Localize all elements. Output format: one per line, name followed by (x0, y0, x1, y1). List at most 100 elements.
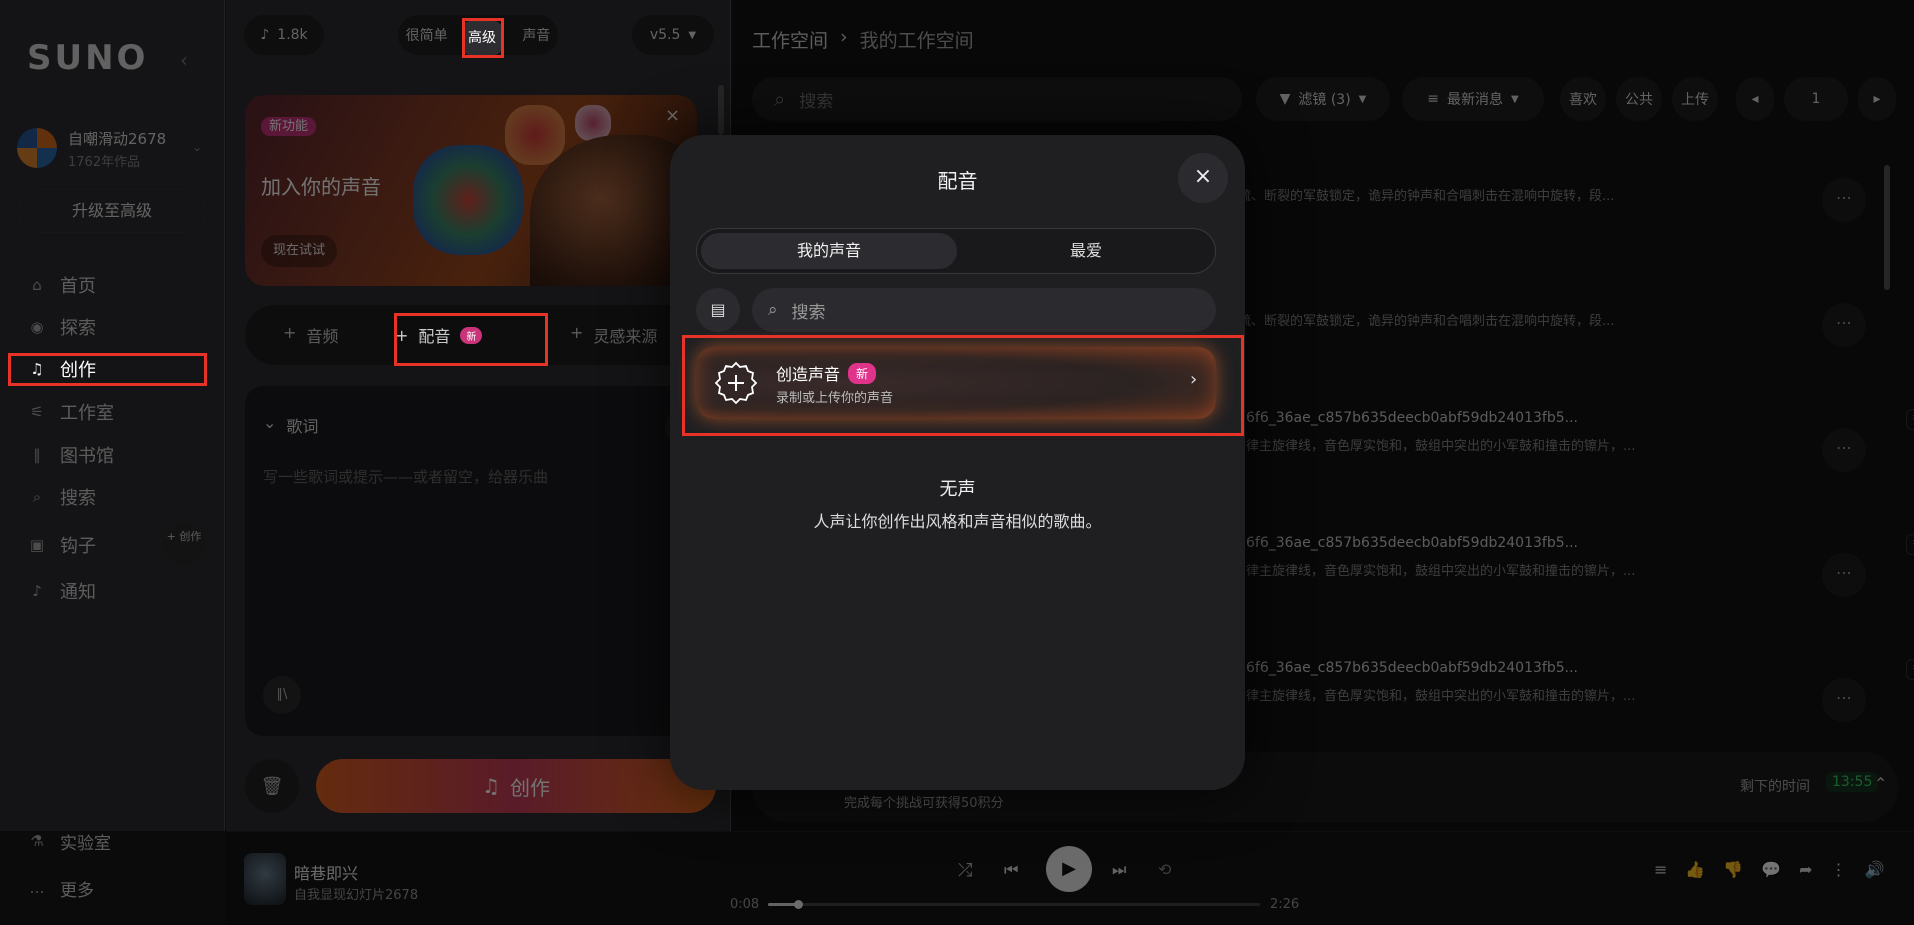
hook-icon: ▣ (29, 536, 45, 554)
user-name[interactable]: 自嘲滑动2678 (68, 128, 166, 149)
try-now-button[interactable]: 现在试试 (261, 235, 337, 267)
more-options-button[interactable]: ⋯ (1822, 428, 1866, 472)
next-icon[interactable]: ⏭ (1112, 860, 1126, 880)
library-icon[interactable]: ∥\ (263, 676, 301, 714)
more-options-button[interactable]: ⋯ (1822, 303, 1866, 347)
sidebar-item-search[interactable]: ⌕ 搜索 (28, 482, 96, 512)
more-options-button[interactable]: ⋯ (1822, 553, 1866, 597)
remaining-timer: 13:55 (1826, 772, 1879, 792)
sidebar-item-notifications[interactable]: ♪ 通知 (28, 576, 96, 606)
tab-my-voices[interactable]: 我的声音 (701, 233, 957, 269)
more-options-button[interactable]: ⋯ (1822, 678, 1866, 722)
likes-filter-button[interactable]: 喜欢 (1560, 77, 1606, 121)
sort-label: 最新消息 (1447, 92, 1504, 108)
banner-title: 加入你的声音 (261, 175, 381, 199)
mode-voice[interactable]: 声音 (522, 25, 550, 45)
empty-state-subtitle: 人声让你创作出风格和声音相似的歌曲。 (813, 512, 1102, 531)
voice-search-input[interactable]: ⌕ 搜索 (752, 288, 1216, 332)
highlight-advanced (462, 18, 504, 58)
volume-icon[interactable]: 🔊 (1865, 860, 1885, 879)
upload-tag: ⤒ 上传 (1906, 409, 1914, 430)
voice-tabs: 我的声音 最爱 (696, 228, 1216, 274)
shuffle-icon[interactable]: ⤮ (958, 860, 972, 881)
dialog-title: 配音 (937, 169, 978, 193)
song-title[interactable]: 6f6_36ae_c857b635deecb0abf59db24013fb5..… (1246, 535, 1578, 551)
trash-button[interactable]: 🗑 (245, 759, 299, 813)
close-dialog-button[interactable]: × (1178, 153, 1228, 203)
prev-page-button[interactable]: ◂ (1736, 77, 1774, 121)
credits-value: 1.8k (277, 27, 308, 43)
workspace-search[interactable]: ⌕ 搜索 (752, 77, 1242, 121)
player-bar: 暗巷即兴 自我显现幻灯片2678 ⤮ ⏮ ▶ ⏭ ⟲ 0:08 2:26 ≡ 👍… (226, 831, 1914, 925)
sidebar-item-explore[interactable]: ◉ 探索 (28, 312, 96, 342)
promo-banner[interactable]: 新功能 加入你的声音 现在试试 × (245, 95, 697, 286)
tab-inspiration[interactable]: + 灵感来源 (570, 323, 657, 347)
sidebar-item-more[interactable]: … 更多 (28, 873, 95, 903)
close-icon[interactable]: × (665, 105, 680, 126)
thumbs-down-icon[interactable]: 👎 (1723, 860, 1743, 879)
filter-icon: ▼ (1279, 91, 1291, 107)
track-title[interactable]: 暗巷即兴 (294, 860, 358, 884)
comment-icon[interactable]: 💬 (1761, 860, 1781, 879)
plus-icon: + (570, 323, 584, 342)
version-select[interactable]: v5.5 ▼ (632, 15, 714, 55)
user-work-count: 1762年作品 (68, 155, 141, 170)
mode-simple[interactable]: 很简单 (406, 25, 448, 45)
share-icon[interactable]: ➦ (1799, 860, 1812, 879)
caret-right-icon: ▸ (1873, 91, 1881, 107)
breadcrumb-root[interactable]: 工作空间 (752, 26, 828, 53)
banner-art (413, 145, 523, 255)
tab-favorites[interactable]: 最爱 (959, 233, 1213, 269)
breadcrumb: 工作空间 › 我的工作空间 (752, 26, 974, 53)
hook-create-button[interactable]: + 创作 (163, 523, 205, 565)
play-button[interactable]: ▶ (1046, 846, 1092, 892)
next-page-button[interactable]: ▸ (1858, 77, 1896, 121)
previous-icon[interactable]: ⏮ (1004, 860, 1018, 880)
credits-badge[interactable]: ♪ 1.8k (244, 15, 324, 55)
progress-track[interactable] (768, 900, 1260, 909)
tab-audio[interactable]: + 音频 (283, 323, 338, 347)
more-options-button[interactable]: ⋯ (1822, 178, 1866, 222)
track-artist[interactable]: 自我显现幻灯片2678 (294, 884, 418, 903)
sidebar-item-library[interactable]: ∥ 图书馆 (28, 440, 114, 470)
chevron-up-icon[interactable]: ⌃ (1874, 774, 1887, 793)
repeat-icon[interactable]: ⟲ (1158, 860, 1171, 879)
upload-filter-button[interactable]: 上传 (1672, 77, 1718, 121)
search-placeholder: 搜索 (799, 91, 834, 112)
studio-icon: ⚟ (30, 403, 44, 421)
suno-logo[interactable]: SUNO (27, 38, 148, 78)
song-description: 疏、断裂的军鼓锁定，诡异的钟声和合唱刺击在混响中旋转，段... (1238, 314, 1615, 329)
sidebar: SUNO ‹ 自嘲滑动2678 1762年作品 ⌄ 升级至高级 ⌂ 首页 ◉ 探索 … (0, 0, 225, 901)
lyrics-input[interactable]: 写一些歌词或提示——或者留空，给器乐曲 (263, 466, 548, 487)
upgrade-button[interactable]: 升级至高级 (18, 189, 206, 233)
song-title[interactable]: 6f6_36ae_c857b635deecb0abf59db24013fb5..… (1246, 660, 1578, 676)
lyrics-header[interactable]: ⌄ 歌词 (263, 413, 318, 437)
chevron-down-icon[interactable]: ⌄ (192, 140, 202, 154)
view-toggle-button[interactable]: ▤ (696, 288, 740, 332)
sidebar-item-studio[interactable]: ⚟ 工作室 (28, 397, 114, 427)
collapse-sidebar-icon[interactable]: ‹ (180, 48, 188, 72)
avatar[interactable] (17, 128, 57, 168)
more-vertical-icon[interactable]: ⋮ (1831, 860, 1847, 879)
scrollbar[interactable] (1884, 165, 1890, 290)
song-description: 律主旋律线，音色厚实饱和，鼓组中突出的小军鼓和撞击的镲片，... (1246, 564, 1636, 579)
thumbs-up-icon[interactable]: 👍 (1685, 860, 1705, 879)
caret-left-icon: ◂ (1751, 91, 1759, 107)
album-cover[interactable] (244, 853, 286, 905)
public-filter-button[interactable]: 公共 (1616, 77, 1662, 121)
sort-button[interactable]: ≡ 最新消息 ▼ (1402, 77, 1544, 121)
search-placeholder: 搜索 (791, 302, 826, 323)
queue-icon[interactable]: ≡ (1654, 860, 1667, 879)
progress-handle[interactable] (793, 900, 803, 909)
page-number[interactable]: 1 (1784, 77, 1848, 121)
sidebar-item-home[interactable]: ⌂ 首页 (28, 270, 96, 300)
sidebar-item-hooks[interactable]: ▣ 钩子 (28, 530, 96, 560)
create-button[interactable]: ♫ 创作 (316, 759, 716, 813)
song-description: 疏、断裂的军鼓锁定，诡异的钟声和合唱刺击在混响中旋转，段... (1238, 189, 1615, 204)
scrollbar[interactable] (718, 85, 724, 135)
sidebar-item-lab[interactable]: ⚗ 实验室 (28, 826, 111, 856)
filter-button[interactable]: ▼ 滤镜 (3) ▼ (1256, 77, 1390, 121)
song-description: 律主旋律线，音色厚实饱和，鼓组中突出的小军鼓和撞击的镲片，... (1246, 439, 1636, 454)
total-time: 2:26 (1270, 897, 1300, 912)
song-title[interactable]: 6f6_36ae_c857b635deecb0abf59db24013fb5..… (1246, 410, 1578, 426)
